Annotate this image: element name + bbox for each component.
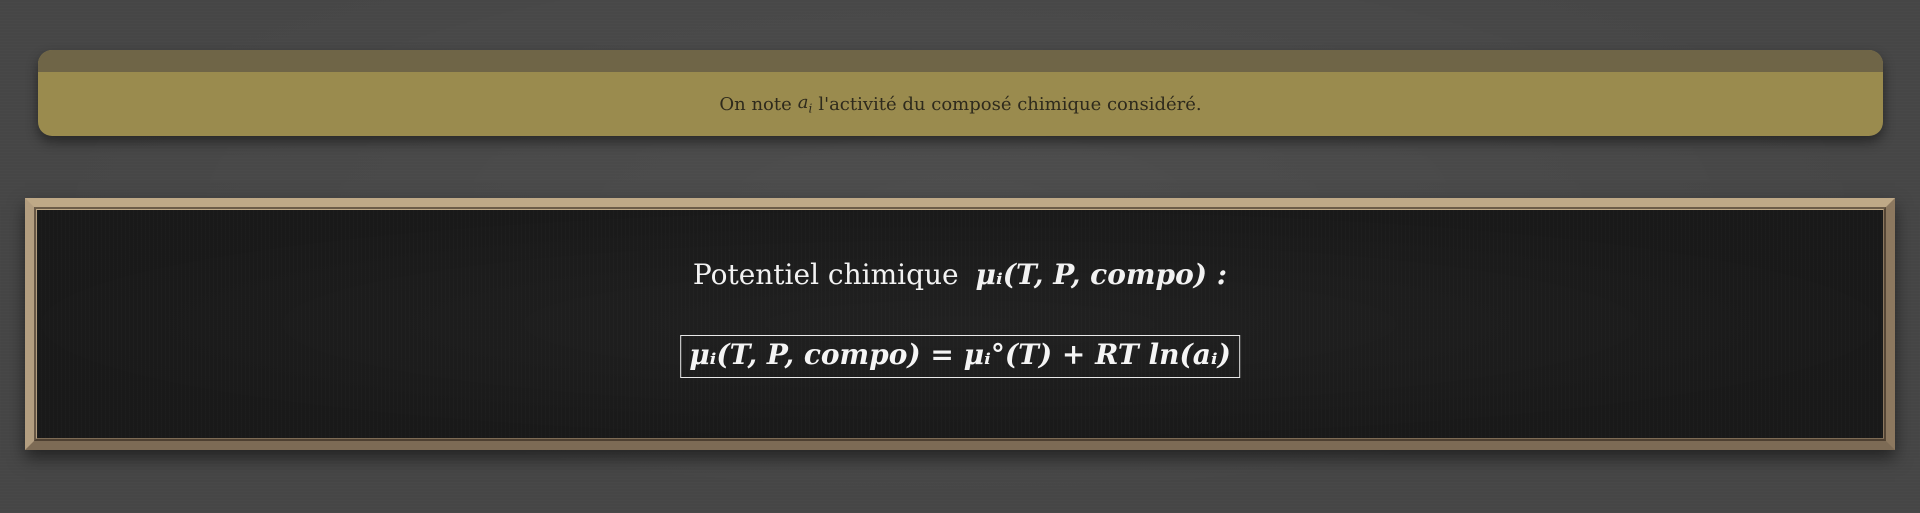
note-variable: ai bbox=[798, 92, 813, 116]
note-prefix: On note bbox=[719, 93, 792, 115]
board-title-text: Potentiel chimique bbox=[692, 258, 959, 291]
note-banner-body: On note ai l'activité du composé chimiqu… bbox=[38, 72, 1883, 136]
board-title: Potentiel chimique μᵢ(T, P, compo) : bbox=[37, 258, 1883, 291]
formula-box: μᵢ(T, P, compo) = μᵢ°(T) + RT ln(aᵢ) bbox=[680, 335, 1240, 378]
note-variable-letter: a bbox=[797, 92, 809, 114]
note-suffix: l'activité du composé chimique considéré… bbox=[818, 93, 1202, 115]
note-variable-subscript: i bbox=[808, 101, 813, 116]
chemical-potential-formula: μᵢ(T, P, compo) = μᵢ°(T) + RT ln(aᵢ) bbox=[689, 338, 1231, 371]
note-banner: On note ai l'activité du composé chimiqu… bbox=[38, 50, 1883, 136]
note-banner-header bbox=[38, 50, 1883, 72]
board-title-math: μᵢ(T, P, compo) : bbox=[975, 258, 1228, 291]
chalkboard: Potentiel chimique μᵢ(T, P, compo) : μᵢ(… bbox=[25, 198, 1895, 450]
